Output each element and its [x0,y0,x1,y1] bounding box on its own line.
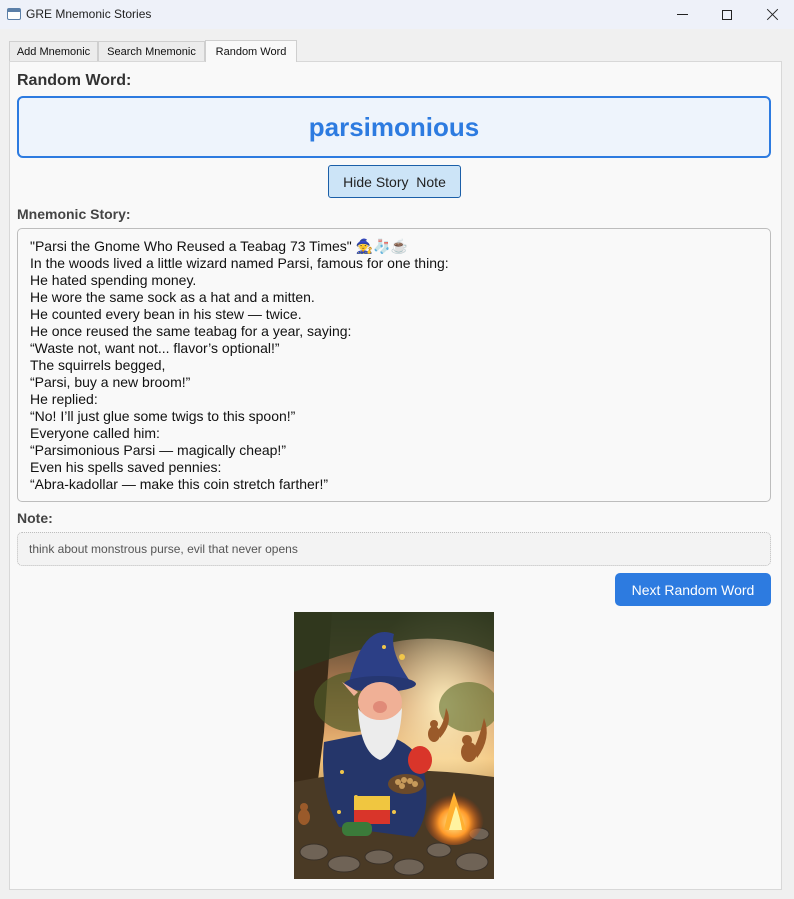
close-button[interactable] [749,0,794,29]
mnemonic-story-label: Mnemonic Story: [17,206,131,222]
story-line: In the woods lived a little wizard named… [30,255,449,271]
story-line: He replied: [30,391,98,407]
tab-random-word[interactable]: Random Word [205,40,297,62]
story-line: “Abra-kadollar — make this coin stretch … [30,476,328,492]
story-line: Everyone called him: [30,425,160,441]
app-icon [7,8,21,20]
story-line: He once reused the same teabag for a yea… [30,323,352,339]
note-label: Note: [17,510,53,526]
gnome-illustration-svg [294,612,494,879]
minimize-icon [676,14,688,15]
hide-story-note-button[interactable]: Hide Story Note [328,165,461,198]
mnemonic-illustration [294,612,494,879]
story-line: The squirrels begged, [30,357,166,373]
story-line: “Waste not, want not... flavor’s optiona… [30,340,280,356]
tab-add-mnemonic[interactable]: Add Mnemonic [9,41,98,62]
story-line: Even his spells saved pennies: [30,459,222,475]
tab-search-mnemonic[interactable]: Search Mnemonic [98,41,205,62]
random-word-label: Random Word: [17,72,132,89]
random-word-text: parsimonious [308,111,480,142]
note-field[interactable]: think about monstrous purse, evil that n… [17,532,771,566]
story-line: He hated spending money. [30,272,197,288]
mnemonic-story-textbox[interactable]: "Parsi the Gnome Who Reused a Teabag 73 … [17,228,771,502]
random-word-display: parsimonious [17,96,771,158]
maximize-button[interactable] [704,0,750,29]
next-random-word-button[interactable]: Next Random Word [615,573,771,606]
story-line: He wore the same sock as a hat and a mit… [30,289,315,305]
story-line: "Parsi the Gnome Who Reused a Teabag 73 … [30,238,408,254]
story-line: “Parsimonious Parsi — magically cheap!” [30,442,286,458]
minimize-button[interactable] [659,0,705,29]
window-title: GRE Mnemonic Stories [26,7,152,21]
story-line: “No! I’ll just glue some twigs to this s… [30,408,296,424]
story-line: “Parsi, buy a new broom!” [30,374,191,390]
story-line: He counted every bean in his stew — twic… [30,306,302,322]
close-icon [766,8,779,21]
title-bar: GRE Mnemonic Stories [0,0,794,29]
note-text: think about monstrous purse, evil that n… [29,542,298,556]
maximize-icon [722,9,732,20]
